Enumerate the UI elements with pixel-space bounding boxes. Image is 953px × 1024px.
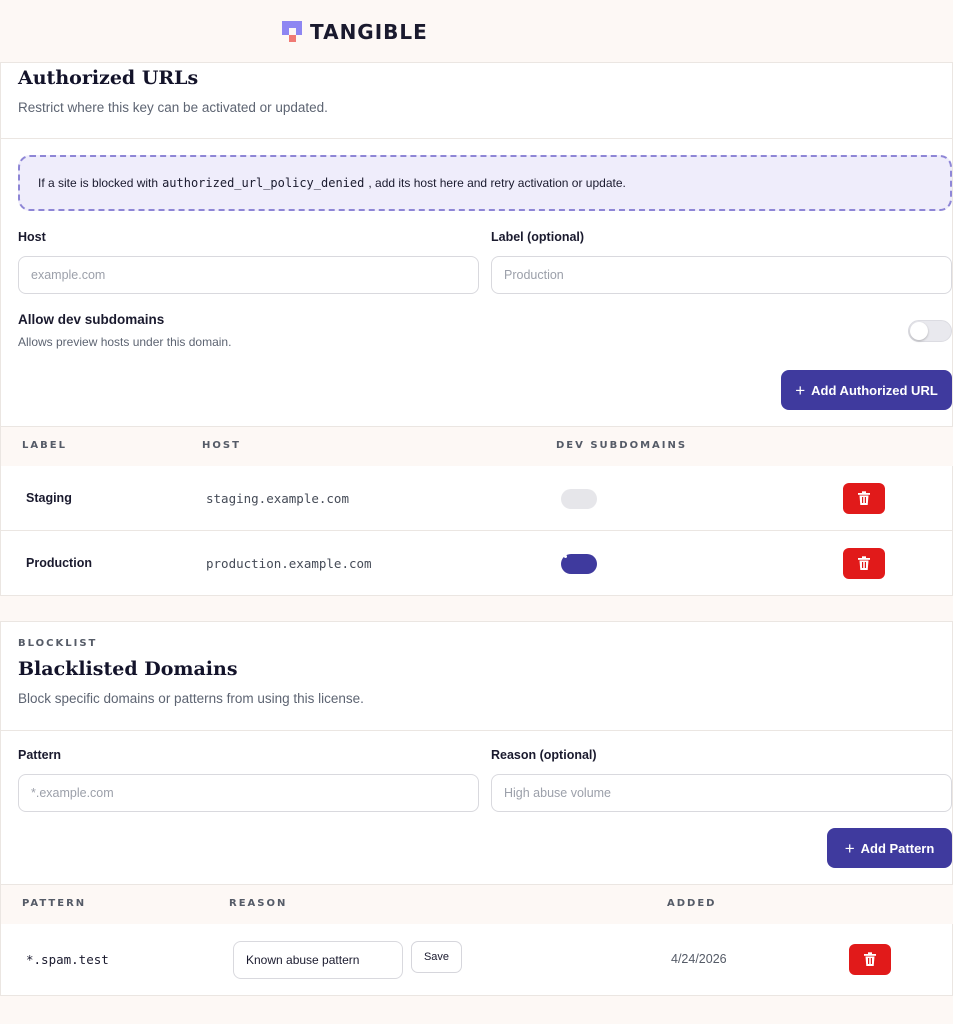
brand-logo[interactable]: TANGIBLE — [282, 20, 428, 44]
add-authorized-url-button[interactable]: + Add Authorized URL — [781, 370, 952, 410]
pattern-input[interactable] — [18, 774, 479, 812]
add-pattern-label: Add Pattern — [860, 840, 935, 856]
blocklist-card: BLOCKLIST Blacklisted Domains Block spec… — [0, 621, 953, 996]
label-optional-label: Label (optional) — [491, 230, 585, 244]
brand-name: TANGIBLE — [310, 20, 428, 44]
logo-icon — [282, 21, 302, 43]
blocklist-table-header: PATTERN REASON ADDED — [1, 884, 953, 924]
dev-subdomains-title: Allow dev subdomains — [18, 312, 165, 327]
table-row: Staging staging.example.com — [1, 466, 953, 531]
plus-icon: + — [795, 380, 806, 400]
dev-subdomains-toggle[interactable] — [908, 320, 952, 342]
delete-button[interactable] — [849, 944, 891, 975]
row-pattern: *.spam.test — [26, 952, 109, 967]
section-divider — [1, 138, 953, 139]
trash-icon — [864, 952, 876, 966]
col-dev-subdomains: DEV SUBDOMAINS — [556, 440, 688, 451]
policy-denied-notice: If a site is blocked with authorized_url… — [18, 155, 952, 211]
dev-subdomain-switch[interactable] — [561, 554, 597, 574]
host-input[interactable] — [18, 256, 479, 294]
authorized-urls-card: Authorized URLs Restrict where this key … — [0, 62, 953, 596]
table-row: *.spam.test Save 4/24/2026 — [1, 924, 953, 994]
col-added: ADDED — [667, 898, 717, 909]
blocklist-title: Blacklisted Domains — [18, 658, 238, 680]
trash-icon — [858, 556, 870, 570]
add-authorized-url-label: Add Authorized URL — [811, 382, 938, 398]
authorized-urls-subtitle: Restrict where this key can be activated… — [18, 100, 328, 115]
label-input[interactable] — [491, 256, 952, 294]
row-label: Production — [26, 556, 92, 570]
reason-edit-input[interactable] — [233, 941, 403, 979]
col-reason: REASON — [229, 898, 288, 909]
host-label: Host — [18, 230, 46, 244]
col-pattern: PATTERN — [22, 898, 87, 909]
notice-prefix: If a site is blocked with — [38, 176, 159, 190]
authorized-table-header: LABEL HOST DEV SUBDOMAINS — [1, 426, 953, 466]
add-pattern-button[interactable]: + Add Pattern — [827, 828, 952, 868]
row-host: staging.example.com — [206, 491, 349, 506]
reason-input[interactable] — [491, 774, 952, 812]
plus-icon: + — [844, 838, 855, 858]
toggle-knob — [910, 322, 928, 340]
reason-label: Reason (optional) — [491, 748, 597, 762]
row-host: production.example.com — [206, 556, 372, 571]
delete-button[interactable] — [843, 548, 885, 579]
top-bar: TANGIBLE — [0, 0, 953, 62]
col-host: HOST — [202, 440, 241, 451]
save-button[interactable]: Save — [411, 941, 462, 973]
trash-icon — [858, 491, 870, 505]
row-added-date: 4/24/2026 — [671, 952, 727, 966]
pattern-label: Pattern — [18, 748, 62, 762]
notice-code: authorized_url_policy_denied — [162, 176, 365, 190]
authorized-urls-title: Authorized URLs — [18, 67, 199, 89]
blocklist-subtitle: Block specific domains or patterns from … — [18, 691, 364, 706]
notice-suffix: , add its host here and retry activation… — [368, 176, 626, 190]
section-divider — [1, 730, 953, 731]
blocklist-eyebrow: BLOCKLIST — [18, 638, 98, 649]
table-row: Production production.example.com — [1, 531, 953, 596]
row-label: Staging — [26, 491, 72, 505]
delete-button[interactable] — [843, 483, 885, 514]
dev-subdomain-switch[interactable] — [561, 489, 597, 509]
dev-subdomains-desc: Allows preview hosts under this domain. — [18, 335, 232, 349]
col-label: LABEL — [22, 440, 67, 451]
